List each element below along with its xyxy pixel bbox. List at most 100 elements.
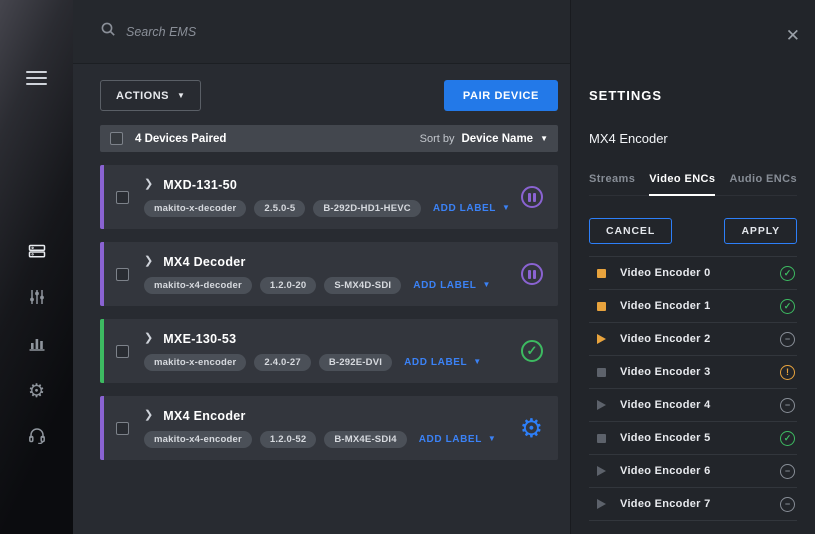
tab-audio-encs[interactable]: Audio ENCs [729, 173, 797, 196]
encoder-type-icon-wrap [597, 466, 611, 476]
add-label-button[interactable]: ADD LABEL▼ [404, 357, 482, 368]
encoder-row[interactable]: Video Encoder 6− [589, 455, 797, 488]
encoder-label: Video Encoder 6 [620, 465, 780, 477]
gear-icon: ⚙ [28, 382, 45, 401]
device-info: ❯MXD-131-50makito-x-decoder2.5.0-5B-292D… [144, 178, 511, 217]
encoder-label: Video Encoder 4 [620, 399, 780, 411]
device-tag: makito-x4-decoder [144, 277, 252, 294]
sort-by-label: Sort by [420, 133, 455, 145]
add-label-button[interactable]: ADD LABEL▼ [433, 203, 511, 214]
sidebar-item-devices[interactable] [0, 230, 73, 276]
encoder-type-icon-wrap [597, 269, 611, 278]
apply-button[interactable]: APPLY [724, 218, 797, 244]
device-name: MXD-131-50 [163, 178, 237, 192]
encoder-row[interactable]: Video Encoder 5✓ [589, 422, 797, 455]
sidebar-item-settings-sliders[interactable] [0, 276, 73, 322]
encoder-list: Video Encoder 0✓Video Encoder 1✓Video En… [589, 256, 797, 521]
device-tag: B-MX4E-SDI4 [324, 431, 406, 448]
encoder-label: Video Encoder 5 [620, 432, 780, 444]
encoder-type-icon-wrap [597, 368, 611, 377]
devices-paired-count: 4 Devices Paired [135, 133, 226, 145]
encoder-play-icon [597, 466, 606, 476]
expand-chevron-icon[interactable]: ❯ [144, 179, 153, 190]
device-tag: 1.2.0-20 [260, 277, 316, 294]
encoder-row[interactable]: Video Encoder 1✓ [589, 290, 797, 323]
sidebar-item-statistics[interactable] [0, 322, 73, 368]
gear-status-icon: ⚙ [520, 417, 543, 439]
encoder-type-icon-wrap [597, 434, 611, 443]
encoder-row[interactable]: Video Encoder 3! [589, 356, 797, 389]
search-input[interactable] [126, 25, 346, 39]
device-tag: 2.4.0-27 [254, 354, 310, 371]
encoder-type-icon-wrap [597, 334, 611, 344]
settings-panel: ✕ SETTINGS MX4 Encoder StreamsVideo ENCs… [570, 0, 815, 534]
device-checkbox[interactable] [116, 268, 129, 281]
chevron-down-icon: ▼ [473, 358, 482, 366]
disabled-status-icon: − [780, 464, 795, 479]
check-status-icon: ✓ [521, 340, 543, 362]
encoder-row[interactable]: Video Encoder 2− [589, 323, 797, 356]
device-status-button[interactable]: ⚙ [520, 417, 543, 439]
encoder-square-icon [597, 368, 606, 377]
chevron-down-icon: ▼ [488, 435, 497, 443]
device-checkbox[interactable] [116, 191, 129, 204]
toolbar: ACTIONS ▼ PAIR DEVICE [100, 80, 558, 111]
encoder-type-icon-wrap [597, 400, 611, 410]
support-headset-icon [28, 426, 46, 449]
device-tag: B-292E-DVI [319, 354, 392, 371]
device-card: ❯MX4 Decodermakito-x4-decoder1.2.0-20S-M… [100, 242, 558, 306]
ok-status-icon: ✓ [780, 266, 795, 281]
device-manager-pane: ACTIONS ▼ PAIR DEVICE 4 Devices Paired S… [73, 0, 570, 534]
expand-chevron-icon[interactable]: ❯ [144, 256, 153, 267]
sidebar-item-admin[interactable]: ⚙ [0, 368, 73, 414]
encoder-square-icon [597, 302, 606, 311]
disabled-status-icon: − [780, 497, 795, 512]
encoder-row[interactable]: Video Encoder 0✓ [589, 257, 797, 290]
tab-streams[interactable]: Streams [589, 173, 635, 196]
device-status-button[interactable]: ✓ [521, 340, 543, 362]
pair-device-button[interactable]: PAIR DEVICE [444, 80, 558, 111]
tab-video-encs[interactable]: Video ENCs [649, 173, 715, 196]
encoder-row[interactable]: Video Encoder 7− [589, 488, 797, 521]
sort-by-control[interactable]: Sort by Device Name ▼ [420, 133, 548, 145]
expand-chevron-icon[interactable]: ❯ [144, 410, 153, 421]
device-checkbox[interactable] [116, 345, 129, 358]
encoder-label: Video Encoder 3 [620, 366, 780, 378]
cancel-button[interactable]: CANCEL [589, 218, 672, 244]
device-name: MXE-130-53 [163, 332, 236, 346]
expand-chevron-icon[interactable]: ❯ [144, 333, 153, 344]
actions-button[interactable]: ACTIONS ▼ [100, 80, 201, 111]
device-name: MX4 Encoder [163, 409, 246, 423]
menu-icon[interactable] [26, 67, 47, 89]
actions-button-label: ACTIONS [116, 90, 169, 102]
select-all-checkbox[interactable] [110, 132, 123, 145]
pause-status-icon [521, 186, 543, 208]
chart-icon [28, 334, 46, 357]
close-icon[interactable]: ✕ [786, 27, 800, 44]
settings-device-name: MX4 Encoder [589, 131, 797, 146]
device-status-button[interactable] [521, 186, 543, 208]
left-sidebar: ⚙ [0, 0, 73, 534]
ok-status-icon: ✓ [780, 299, 795, 314]
disabled-status-icon: − [780, 332, 795, 347]
pause-status-icon [521, 263, 543, 285]
device-card: ❯MXD-131-50makito-x-decoder2.5.0-5B-292D… [100, 165, 558, 229]
encoder-row[interactable]: Video Encoder 4− [589, 389, 797, 422]
chevron-down-icon: ▼ [482, 281, 491, 289]
add-label-button[interactable]: ADD LABEL▼ [413, 280, 491, 291]
sidebar-item-support[interactable] [0, 414, 73, 460]
device-card: ❯ MXE-130-53 makito-x-encoder 2.4.0-27 B-292… [100, 319, 558, 383]
ok-status-icon: ✓ [780, 431, 795, 446]
encoder-label: Video Encoder 0 [620, 267, 780, 279]
encoder-label: Video Encoder 2 [620, 333, 780, 345]
device-tag: makito-x-decoder [144, 200, 246, 217]
device-checkbox[interactable] [116, 422, 129, 435]
device-tag: makito-x-encoder [144, 354, 246, 371]
device-info: ❯ MXE-130-53 makito-x-encoder 2.4.0-27 B-292… [144, 332, 511, 371]
devices-icon [28, 242, 46, 265]
search-bar [73, 0, 570, 64]
device-card: ❯MX4 Encodermakito-x4-encoder1.2.0-52B-M… [100, 396, 558, 460]
add-label-button[interactable]: ADD LABEL▼ [419, 434, 497, 445]
sort-by-value: Device Name [461, 133, 533, 145]
device-status-button[interactable] [521, 263, 543, 285]
